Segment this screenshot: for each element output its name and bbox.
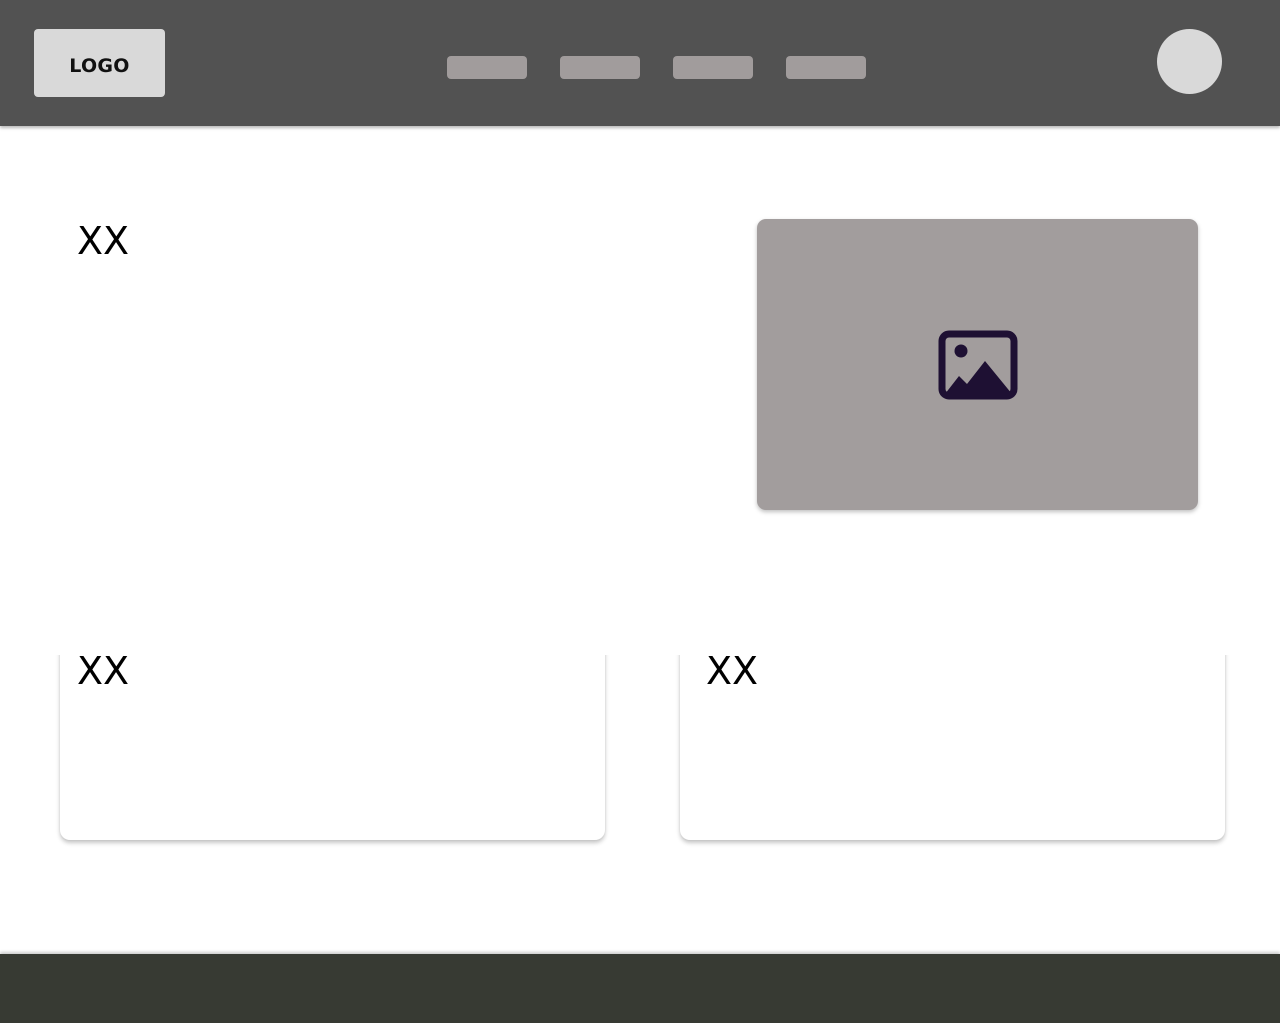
nav-item-3[interactable] xyxy=(673,56,753,79)
hero-image-placeholder xyxy=(757,219,1198,510)
avatar[interactable] xyxy=(1157,29,1222,94)
nav-item-2[interactable] xyxy=(560,56,640,79)
main-nav xyxy=(447,56,866,79)
card-title: XX xyxy=(77,649,130,693)
nav-item-1[interactable] xyxy=(447,56,527,79)
card-title: XX xyxy=(706,649,759,693)
logo[interactable]: LOGO xyxy=(34,29,165,97)
nav-item-4[interactable] xyxy=(786,56,866,79)
site-footer xyxy=(0,954,1280,1023)
site-header: LOGO xyxy=(0,0,1280,126)
content-card-2[interactable]: XX xyxy=(680,649,1225,840)
content-card-1[interactable]: XX xyxy=(60,649,605,840)
image-placeholder-icon xyxy=(938,330,1017,399)
hero-title: XX xyxy=(77,219,130,263)
